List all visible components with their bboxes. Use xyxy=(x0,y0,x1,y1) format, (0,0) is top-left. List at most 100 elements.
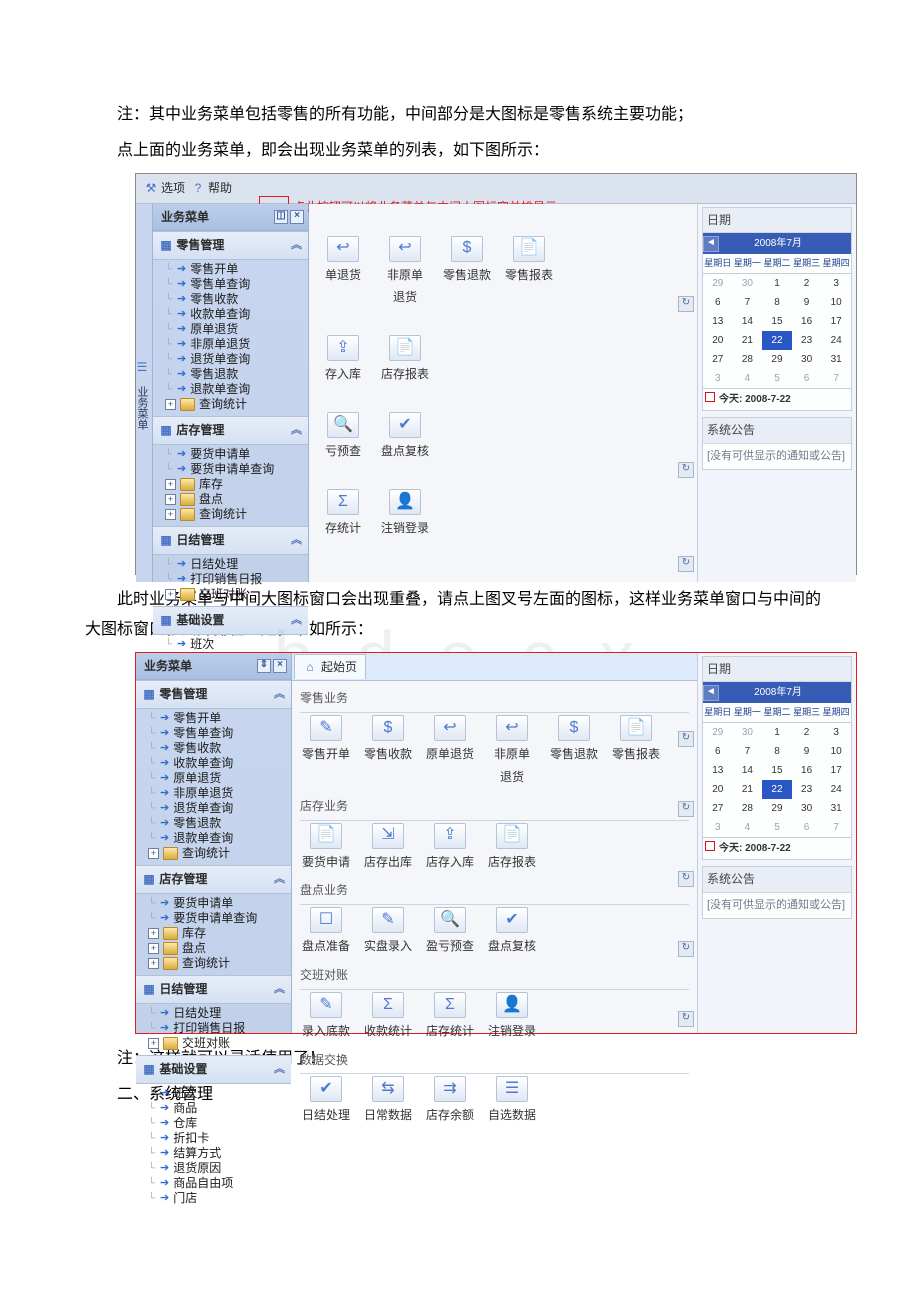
cal-day[interactable]: 2 xyxy=(792,274,822,294)
cal-day[interactable]: 5 xyxy=(762,369,792,388)
cal-day[interactable]: 28 xyxy=(733,350,763,369)
action-button[interactable]: 👤注销登录 xyxy=(486,992,538,1043)
sidebar-item[interactable]: └➔零售退款 xyxy=(161,367,308,382)
pin-button[interactable]: ⇕ xyxy=(257,659,271,673)
action-button[interactable]: 👤注销登录 xyxy=(379,489,431,540)
sidebar-item[interactable]: └➔班次 xyxy=(144,1086,291,1101)
cal-day[interactable]: 1 xyxy=(762,274,792,294)
sidebar-item[interactable]: └➔打印销售日报 xyxy=(161,572,308,587)
action-button[interactable]: ✔盘点复核 xyxy=(486,907,538,958)
sidebar-folder[interactable]: +交班对账 xyxy=(161,587,308,602)
cal-day[interactable]: 17 xyxy=(821,312,851,331)
calendar[interactable]: ◄2008年7月星期日星期一星期二星期三星期四29301236789101314… xyxy=(703,682,851,859)
cal-day[interactable]: 20 xyxy=(703,780,733,799)
action-button[interactable]: ⇪存入库 xyxy=(317,335,369,386)
action-button[interactable]: $零售收款 xyxy=(362,715,414,789)
sidebar-item[interactable]: └➔退货单查询 xyxy=(161,352,308,367)
sidebar-item[interactable]: └➔打印销售日报 xyxy=(144,1021,291,1036)
cal-day[interactable]: 15 xyxy=(762,312,792,331)
action-button[interactable]: ✎录入底款 xyxy=(300,992,352,1043)
cal-today[interactable]: 今天: 2008-7-22 xyxy=(703,388,851,410)
action-button[interactable]: Σ店存统计 xyxy=(424,992,476,1043)
cal-day[interactable]: 30 xyxy=(792,799,822,818)
sidebar-item[interactable]: └➔要货申请单 xyxy=(144,896,291,911)
sidebar-item[interactable]: └➔结算方式 xyxy=(144,1146,291,1161)
sidebar-item[interactable]: └➔仓库 xyxy=(144,1116,291,1131)
action-button[interactable]: $零售退款 xyxy=(441,236,493,310)
group-daily[interactable]: ▦ 日结管理 ︽ xyxy=(136,975,291,1004)
scroll-hint-icon[interactable]: ↻ xyxy=(678,941,694,957)
cal-day[interactable]: 23 xyxy=(792,780,822,799)
cal-day[interactable]: 1 xyxy=(762,723,792,743)
cal-day[interactable]: 6 xyxy=(792,369,822,388)
sidebar-item[interactable]: └➔零售开单 xyxy=(144,711,291,726)
close-button[interactable]: × xyxy=(273,659,287,673)
action-button[interactable]: 📄店存报表 xyxy=(379,335,431,386)
sidebar-item[interactable]: └➔商品自由项 xyxy=(144,1176,291,1191)
sidebar-item[interactable]: └➔退货原因 xyxy=(144,1161,291,1176)
sidebar-folder[interactable]: +盘点 xyxy=(144,941,291,956)
action-button[interactable]: 📄零售报表 xyxy=(610,715,662,789)
sidebar-item[interactable]: └➔要货申请单查询 xyxy=(144,911,291,926)
sidebar-item[interactable]: └➔非原单退货 xyxy=(144,786,291,801)
cal-today[interactable]: 今天: 2008-7-22 xyxy=(703,837,851,859)
sidebar-item[interactable]: └➔日结处理 xyxy=(161,557,308,572)
action-button[interactable]: ↩原单退货 xyxy=(424,715,476,789)
sidebar-item[interactable]: └➔退款单查询 xyxy=(161,382,308,397)
sidebar-item[interactable]: └➔班次 xyxy=(161,637,308,652)
sidebar-item[interactable]: └➔收款单查询 xyxy=(144,756,291,771)
action-button[interactable]: ✎实盘录入 xyxy=(362,907,414,958)
cal-day[interactable]: 13 xyxy=(703,761,733,780)
cal-day[interactable]: 2 xyxy=(792,723,822,743)
cal-day[interactable]: 30 xyxy=(733,274,763,294)
scroll-hint-icon[interactable]: ↻ xyxy=(678,731,694,747)
sidebar-folder[interactable]: +查询统计 xyxy=(144,846,291,861)
action-button[interactable]: ↩非原单 退货 xyxy=(379,236,431,310)
cal-day[interactable]: 6 xyxy=(792,818,822,837)
sidebar-item[interactable]: └➔非原单退货 xyxy=(161,337,308,352)
cal-day[interactable]: 24 xyxy=(821,780,851,799)
group-base[interactable]: ▦ 基础设置 ︽ xyxy=(153,606,308,635)
options-menu[interactable]: ⚒ 选项 xyxy=(144,177,185,200)
cal-day[interactable]: 7 xyxy=(733,742,763,761)
cal-day[interactable]: 7 xyxy=(821,818,851,837)
cal-day[interactable]: 5 xyxy=(762,818,792,837)
calendar[interactable]: ◄2008年7月星期日星期一星期二星期三星期四29301236789101314… xyxy=(703,233,851,410)
sidebar-folder[interactable]: +查询统计 xyxy=(144,956,291,971)
sidebar-item[interactable]: └➔收款单查询 xyxy=(161,307,308,322)
close-button[interactable]: × xyxy=(290,210,304,224)
action-button[interactable]: Σ收款统计 xyxy=(362,992,414,1043)
sidebar-item[interactable]: └➔原单退货 xyxy=(161,322,308,337)
cal-day[interactable]: 16 xyxy=(792,312,822,331)
sidebar-folder[interactable]: +库存 xyxy=(144,926,291,941)
cal-day[interactable]: 20 xyxy=(703,331,733,350)
cal-day[interactable]: 31 xyxy=(821,350,851,369)
sidebar-folder[interactable]: +盘点 xyxy=(161,492,308,507)
action-button[interactable]: ⇲店存出库 xyxy=(362,823,414,874)
scroll-hint-icon[interactable]: ↻ xyxy=(678,296,694,312)
action-button[interactable]: ☐盘点准备 xyxy=(300,907,352,958)
sidebar-item[interactable]: └➔门店 xyxy=(144,1191,291,1206)
action-button[interactable]: ⇆日常数据 xyxy=(362,1076,414,1127)
action-button[interactable]: ⇉店存余额 xyxy=(424,1076,476,1127)
action-button[interactable]: $零售退款 xyxy=(548,715,600,789)
cal-day[interactable]: 10 xyxy=(821,742,851,761)
action-button[interactable]: Σ存统计 xyxy=(317,489,369,540)
sidebar-folder[interactable]: +库存 xyxy=(161,477,308,492)
cal-day[interactable]: 29 xyxy=(762,350,792,369)
help-menu[interactable]: ? 帮助 xyxy=(191,177,232,200)
action-button[interactable]: ✎零售开单 xyxy=(300,715,352,789)
scroll-hint-icon[interactable]: ↻ xyxy=(678,801,694,817)
sidebar-folder[interactable]: +查询统计 xyxy=(161,507,308,522)
cal-day[interactable]: 30 xyxy=(733,723,763,743)
sidebar-item[interactable]: └➔要货申请单查询 xyxy=(161,462,308,477)
cal-day[interactable]: 6 xyxy=(703,293,733,312)
sidebar-item[interactable]: └➔退货单查询 xyxy=(144,801,291,816)
cal-day[interactable]: 30 xyxy=(792,350,822,369)
cal-day[interactable]: 3 xyxy=(703,818,733,837)
sidebar-folder[interactable]: +交班对账 xyxy=(144,1036,291,1051)
group-retail[interactable]: ▦ 零售管理 ︽ xyxy=(136,680,291,709)
cal-day[interactable]: 17 xyxy=(821,761,851,780)
cal-day[interactable]: 9 xyxy=(792,293,822,312)
cal-day[interactable]: 24 xyxy=(821,331,851,350)
